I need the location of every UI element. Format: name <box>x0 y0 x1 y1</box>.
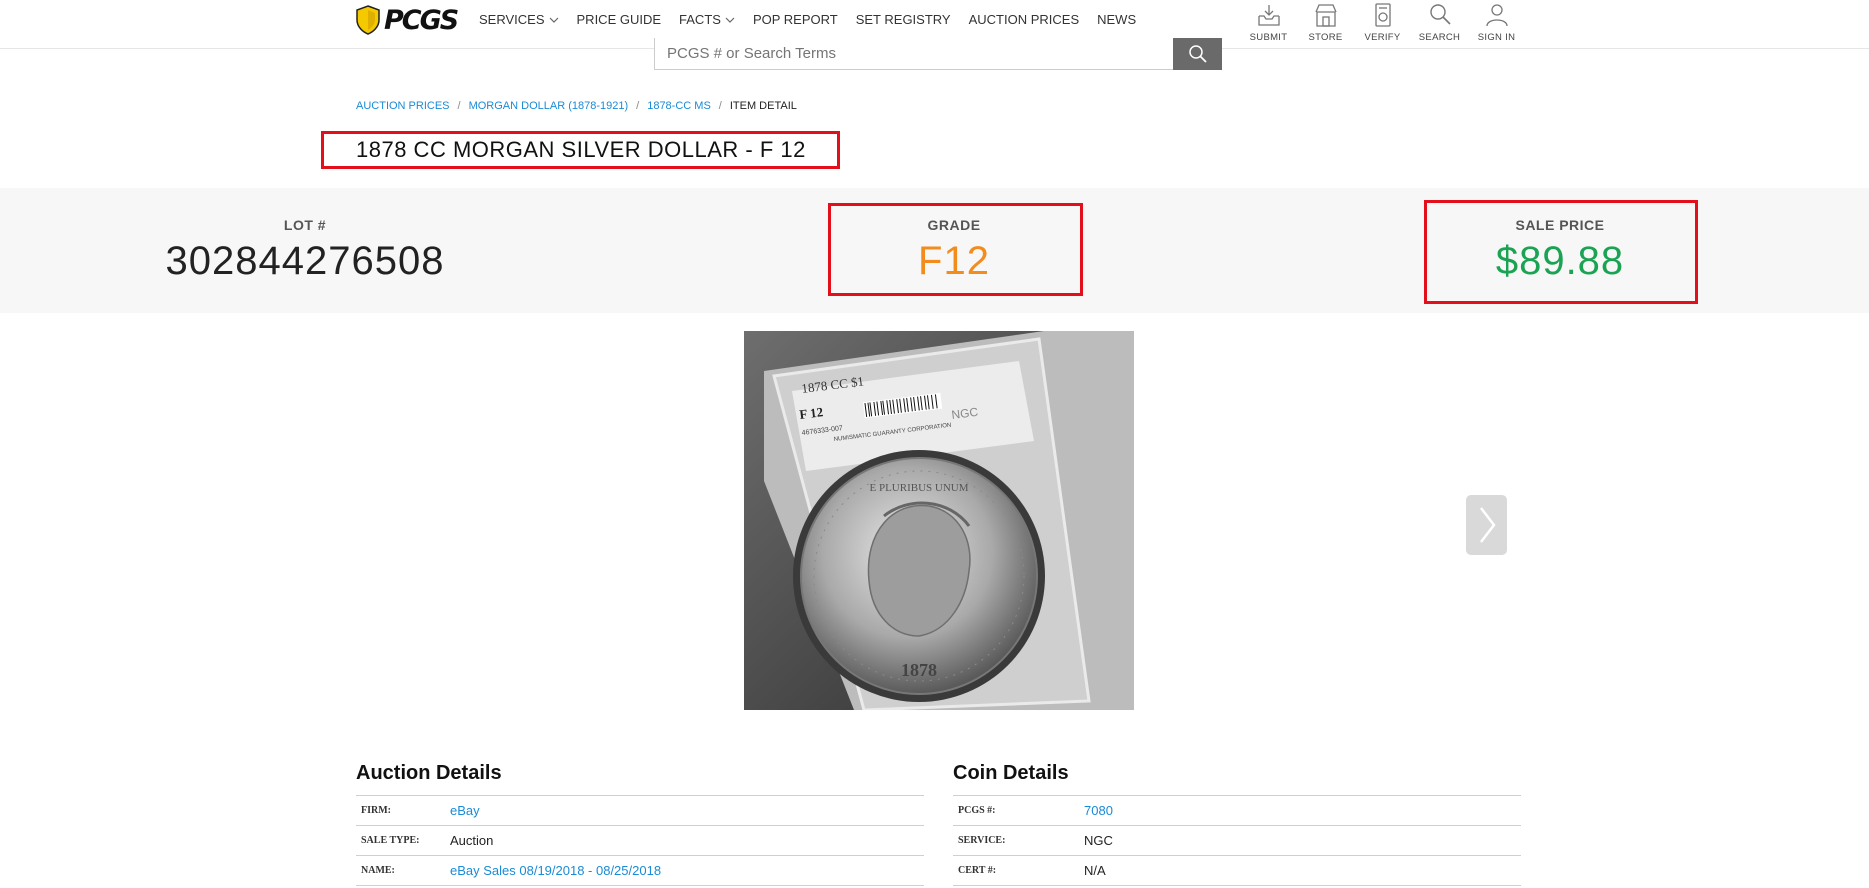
detail-value: Auction <box>450 833 494 848</box>
detail-value-link[interactable]: eBay <box>450 803 480 818</box>
detail-row: SALE TYPE: Auction <box>356 826 924 856</box>
nav-link-services[interactable]: SERVICES <box>479 12 559 27</box>
nav-verify[interactable]: VERIFY <box>1354 0 1411 43</box>
breadcrumb-separator: / <box>718 100 722 112</box>
breadcrumb-link[interactable]: AUCTION PRICES <box>356 100 450 112</box>
nav-link-label: SERVICES <box>479 12 545 27</box>
breadcrumb-current: ITEM DETAIL <box>729 100 797 112</box>
submit-label: SUBMIT <box>1249 32 1288 43</box>
chevron-right-icon <box>1479 507 1496 543</box>
search-box <box>654 38 1222 70</box>
main-menu: SERVICES PRICE GUIDE FACTS POP REPORT SET RE… <box>479 12 1154 27</box>
nav-link-price-guide[interactable]: PRICE GUIDE <box>577 12 662 27</box>
coin-legend: E PLURIBUS UNUM <box>869 482 968 494</box>
pcgs-logo[interactable]: PCGS <box>356 4 459 36</box>
verify-label: VERIFY <box>1364 32 1401 43</box>
utility-icons: SUBMIT STORE VERIFY SEARCH SIGN IN <box>1240 0 1525 43</box>
title-highlight-box <box>321 131 840 169</box>
detail-row: PCGS #: 7080 <box>953 796 1521 826</box>
verify-icon <box>1374 3 1391 27</box>
grade-highlight-box <box>828 203 1083 296</box>
sign-in-label: SIGN IN <box>1477 32 1516 43</box>
nav-link-news[interactable]: NEWS <box>1097 12 1136 27</box>
detail-row: FIRM: eBay <box>356 796 924 826</box>
nav-link-facts[interactable]: FACTS <box>679 12 735 27</box>
nav-link-label: AUCTION PRICES <box>968 12 1080 27</box>
detail-row: CERT #: N/A <box>953 856 1521 886</box>
store-icon <box>1314 4 1337 27</box>
detail-key: CERT #: <box>958 865 997 876</box>
logo-text: PCGS <box>384 4 459 36</box>
breadcrumb-link[interactable]: 1878-CC MS <box>647 100 711 112</box>
lot-label: LOT # <box>283 217 327 233</box>
detail-value: NGC <box>1084 833 1113 848</box>
nav-link-pop-report[interactable]: POP REPORT <box>753 12 838 27</box>
coin-slab-image: 1878 CC $1 F 12 4676333-007 NUMISMATIC G… <box>744 331 1134 710</box>
detail-value: N/A <box>1084 863 1106 878</box>
slab-grade: F 12 <box>799 404 824 422</box>
detail-key: NAME: <box>361 865 395 876</box>
detail-key: SALE TYPE: <box>361 835 420 846</box>
search-label: SEARCH <box>1418 32 1461 43</box>
coin-details-table: PCGS #: 7080 SERVICE: NGC CERT #: N/A <box>953 795 1521 886</box>
search-button[interactable] <box>1173 38 1222 70</box>
nav-link-auction-prices[interactable]: AUCTION PRICES <box>969 12 1080 27</box>
chevron-down-icon <box>725 17 735 23</box>
auction-details-heading: Auction Details <box>356 762 502 784</box>
nav-sign-in[interactable]: SIGN IN <box>1468 0 1525 43</box>
store-label: STORE <box>1308 32 1343 43</box>
submit-icon <box>1257 5 1280 26</box>
nav-store[interactable]: STORE <box>1297 0 1354 43</box>
sale-price-highlight-box <box>1424 200 1698 304</box>
user-icon <box>1485 4 1508 27</box>
detail-value-link[interactable]: 7080 <box>1084 803 1113 818</box>
detail-key: SERVICE: <box>958 835 1006 846</box>
chevron-down-icon <box>549 17 558 23</box>
coin-year: 1878 <box>901 660 937 680</box>
nav-link-label: POP REPORT <box>752 12 838 27</box>
nav-search[interactable]: SEARCH <box>1411 0 1468 43</box>
nav-link-label: PRICE GUIDE <box>576 12 662 27</box>
nav-link-label: NEWS <box>1097 12 1137 27</box>
detail-key: PCGS #: <box>958 805 996 816</box>
search-input[interactable] <box>655 38 1179 68</box>
coin-details-heading: Coin Details <box>953 762 1069 784</box>
lot-stat: LOT # 302844276508 <box>150 217 460 284</box>
auction-details-table: FIRM: eBay SALE TYPE: Auction NAME: eBay Sale… <box>356 795 924 886</box>
breadcrumb: AUCTION PRICES / MORGAN DOLLAR (1878-1921)… <box>356 100 797 112</box>
nav-link-label: SET REGISTRY <box>855 12 951 27</box>
next-image-button[interactable] <box>1466 495 1507 555</box>
breadcrumb-separator: / <box>457 100 461 112</box>
breadcrumb-link[interactable]: MORGAN DOLLAR (1878-1921) <box>469 100 629 112</box>
coin-photo[interactable]: 1878 CC $1 F 12 4676333-007 NUMISMATIC G… <box>744 331 1134 710</box>
search-icon <box>1429 4 1451 25</box>
shield-icon <box>356 5 380 35</box>
lot-value: 302844276508 <box>165 239 445 283</box>
search-icon <box>1188 45 1207 63</box>
nav-link-set-registry[interactable]: SET REGISTRY <box>856 12 951 27</box>
nav-submit[interactable]: SUBMIT <box>1240 0 1297 43</box>
breadcrumb-separator: / <box>636 100 640 112</box>
nav-link-label: FACTS <box>679 12 721 27</box>
detail-row: NAME: eBay Sales 08/19/2018 - 08/25/2018 <box>356 856 924 886</box>
detail-key: FIRM: <box>361 805 391 816</box>
detail-value-link[interactable]: eBay Sales 08/19/2018 - 08/25/2018 <box>450 863 661 878</box>
detail-row: SERVICE: NGC <box>953 826 1521 856</box>
